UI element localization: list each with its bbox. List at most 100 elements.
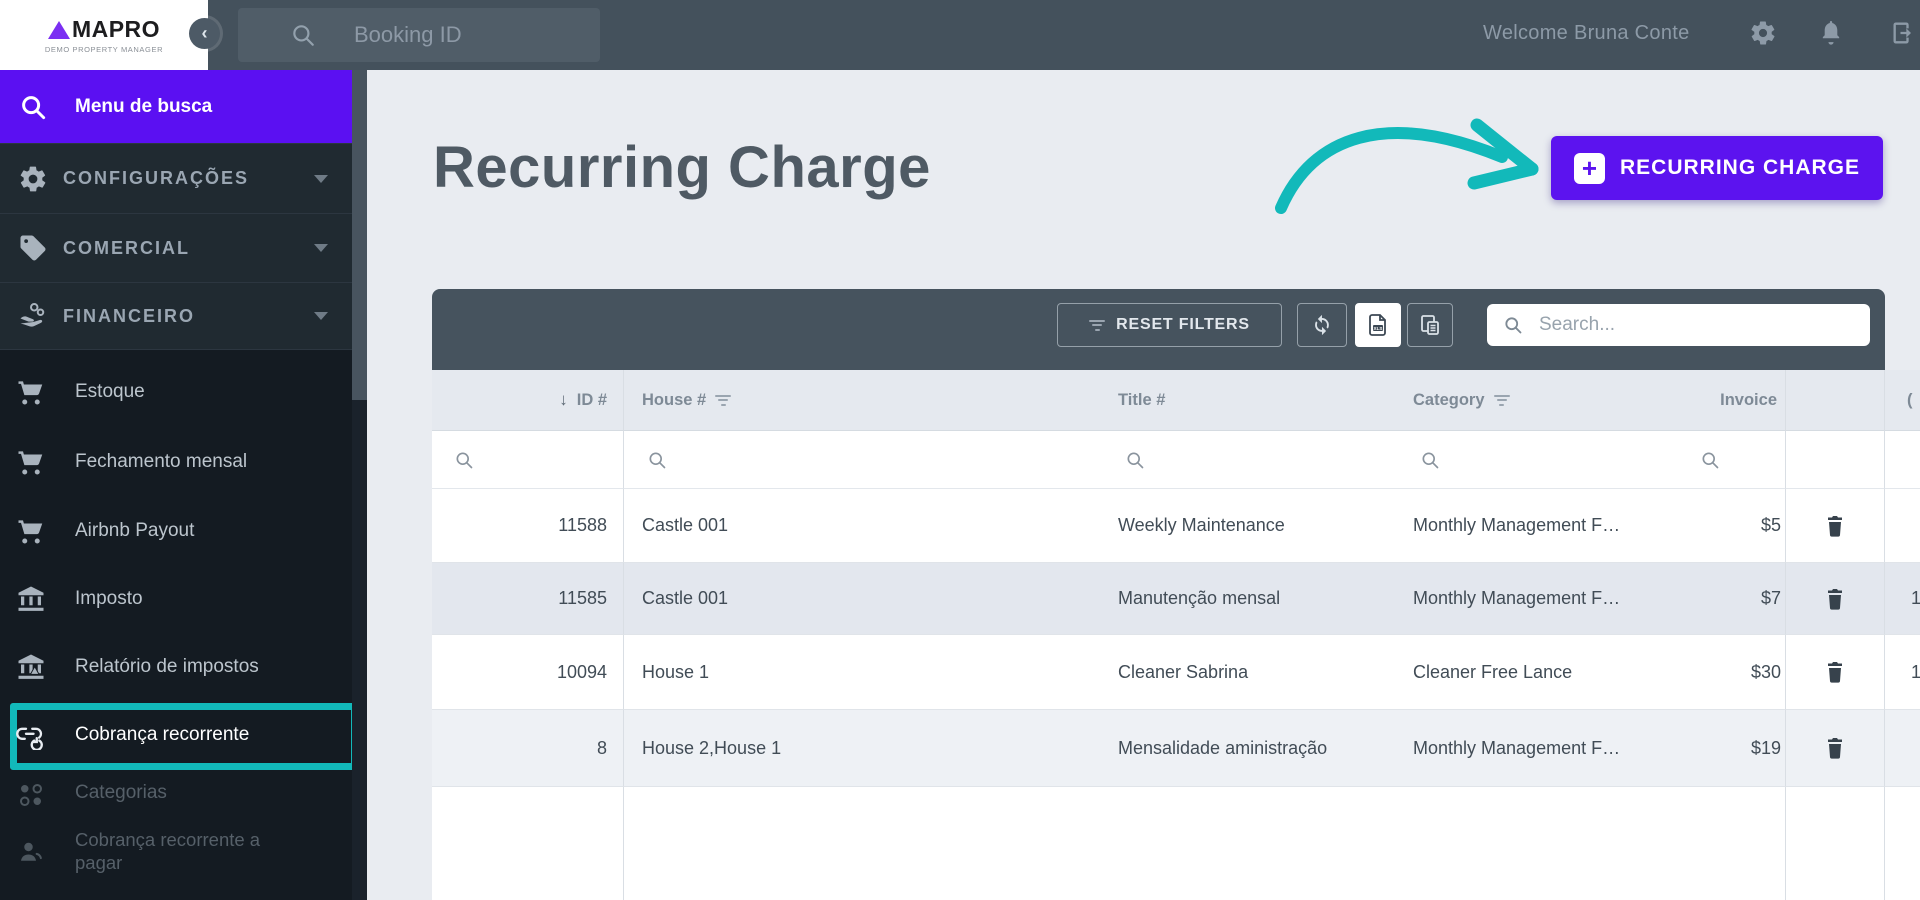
cell-invoice: $19	[1640, 710, 1786, 787]
cell-category: Monthly Management F…	[1397, 710, 1640, 787]
column-header-actions	[1786, 370, 1885, 431]
booking-id-input[interactable]	[352, 21, 586, 49]
table-header-row: ↓ ID # House # Title # Category Invoice …	[432, 370, 1920, 431]
filter-icon	[715, 395, 731, 406]
sidebar-item-label: Fechamento mensal	[75, 451, 247, 473]
sidebar-item-fechamento-mensal[interactable]: Fechamento mensal	[0, 435, 352, 491]
delete-row-button[interactable]	[1817, 581, 1853, 617]
sidebar-item-label: Cobrança recorrente	[75, 724, 249, 746]
chevron-down-icon	[314, 244, 328, 252]
sidebar-item-imposto[interactable]: Imposto	[0, 572, 352, 628]
table-row[interactable]: 8 House 2,House 1 Mensalidade aministraç…	[432, 710, 1920, 787]
sidebar-group-configuracoes[interactable]: CONFIGURAÇÕES	[0, 143, 352, 213]
cart-icon	[14, 375, 48, 409]
cell-title: Manutenção mensal	[1102, 563, 1397, 635]
cell-actions	[1786, 489, 1885, 563]
filter-icon	[1089, 320, 1105, 331]
delete-row-button[interactable]	[1817, 654, 1853, 690]
filter-house[interactable]	[624, 431, 1102, 489]
sidebar-collapse-button[interactable]: ‹	[189, 18, 220, 49]
filter-cutoff	[1885, 431, 1920, 489]
table-search[interactable]	[1487, 304, 1870, 346]
sidebar-item-menu-de-busca[interactable]: Menu de busca	[0, 70, 352, 143]
categories-icon	[14, 778, 48, 812]
filter-category[interactable]	[1397, 431, 1640, 489]
reset-filters-label: RESET FILTERS	[1116, 316, 1250, 334]
export-xls-button[interactable]: XLS	[1355, 303, 1401, 347]
xls-file-icon: XLS	[1366, 313, 1390, 337]
cell-id: 10094	[432, 635, 624, 710]
logout-icon[interactable]	[1890, 19, 1918, 47]
filter-invoice[interactable]	[1640, 431, 1786, 489]
sidebar-item-label: Airbnb Payout	[75, 520, 194, 542]
cell-id: 8	[432, 710, 624, 787]
sidebar-group-comercial[interactable]: COMERCIAL	[0, 213, 352, 282]
cart-icon	[14, 514, 48, 548]
sidebar-item-categorias[interactable]: Categorias	[0, 770, 352, 818]
partial-icon	[14, 894, 48, 900]
delete-row-button[interactable]	[1817, 730, 1853, 766]
sidebar-item-estoque[interactable]: Estoque	[0, 365, 352, 421]
table-search-input[interactable]	[1537, 313, 1841, 337]
cell-house: House 1	[624, 635, 1102, 710]
sidebar-item-relatorio-de-impostos[interactable]: Relatório de impostos	[0, 640, 352, 696]
sidebar-item-label: Imposto	[75, 588, 143, 610]
sidebar-item-cobranca-recorrente-a-pagar[interactable]: Cobrança recorrente a pagar	[0, 825, 352, 877]
cell-category: Cleaner Free Lance	[1397, 635, 1640, 710]
sidebar-item-label: Categorias	[75, 782, 167, 804]
sync-icon	[1310, 313, 1334, 337]
chevron-down-icon	[314, 312, 328, 320]
notifications-bell-icon[interactable]	[1817, 19, 1845, 47]
cell-invoice: $30	[1640, 635, 1786, 710]
column-header-category[interactable]: Category	[1397, 370, 1640, 431]
sidebar-group-financeiro[interactable]: FINANCEIRO	[0, 282, 352, 350]
table-row[interactable]: 11585 Castle 001 Manutenção mensal Month…	[432, 563, 1920, 635]
filter-title[interactable]	[1102, 431, 1397, 489]
search-icon	[16, 90, 50, 124]
sidebar-nav: Menu de busca CONFIGURAÇÕES COMERCIAL FI…	[0, 70, 352, 900]
sidebar-item-label: Cobrança recorrente a pagar	[75, 828, 310, 874]
cell-category: Monthly Management F…	[1397, 563, 1640, 635]
table-empty-area	[432, 787, 1920, 900]
delete-row-button[interactable]	[1817, 508, 1853, 544]
cell-cutoff	[1885, 489, 1920, 563]
column-header-title[interactable]: Title #	[1102, 370, 1397, 431]
cell-title: Cleaner Sabrina	[1102, 635, 1397, 710]
logo-caret-icon	[48, 21, 70, 39]
booking-search[interactable]	[238, 8, 600, 62]
cell-id: 11588	[432, 489, 624, 563]
column-header-invoice[interactable]: Invoice	[1640, 370, 1786, 431]
svg-text:XLS: XLS	[1374, 326, 1383, 331]
sidebar-item-label: Estoque	[75, 381, 145, 403]
sidebar-scrollbar[interactable]	[352, 70, 367, 900]
sidebar-item-cobranca-recorrente[interactable]: Cobrança recorrente	[0, 708, 352, 764]
settings-gear-icon[interactable]	[1749, 19, 1777, 47]
column-header-house[interactable]: House #	[624, 370, 1102, 431]
bank-report-icon	[14, 650, 48, 684]
add-recurring-charge-button[interactable]: + RECURRING CHARGE	[1551, 136, 1883, 200]
cell-house: Castle 001	[624, 489, 1102, 563]
sidebar-item-partial[interactable]	[0, 882, 352, 900]
table-filter-row	[432, 431, 1920, 489]
page-title: Recurring Charge	[433, 134, 931, 201]
top-bar: MAPRO DEMO PROPERTY MANAGER ‹ Welcome Br…	[0, 0, 1920, 70]
sidebar-scrollbar-thumb[interactable]	[352, 70, 367, 400]
logo-brand-text: MAPRO	[72, 16, 160, 43]
cell-invoice: $5	[1640, 489, 1786, 563]
annotation-arrow	[1040, 85, 1560, 225]
cell-id: 11585	[432, 563, 624, 635]
refresh-button[interactable]	[1297, 303, 1347, 347]
table-row[interactable]: 11588 Castle 001 Weekly Maintenance Mont…	[432, 489, 1920, 563]
reset-filters-button[interactable]: RESET FILTERS	[1057, 303, 1282, 347]
column-header-id[interactable]: ↓ ID #	[432, 370, 624, 431]
filter-id[interactable]	[432, 431, 624, 489]
cell-actions	[1786, 563, 1885, 635]
copy-pages-icon	[1418, 313, 1442, 337]
trash-icon	[1823, 657, 1847, 687]
chevron-left-icon: ‹	[202, 23, 208, 44]
sidebar-item-airbnb-payout[interactable]: Airbnb Payout	[0, 504, 352, 560]
cell-cutoff: 1	[1885, 563, 1920, 635]
sidebar-group-label: FINANCEIRO	[63, 306, 195, 327]
copy-view-button[interactable]	[1407, 303, 1453, 347]
table-row[interactable]: 10094 House 1 Cleaner Sabrina Cleaner Fr…	[432, 635, 1920, 710]
